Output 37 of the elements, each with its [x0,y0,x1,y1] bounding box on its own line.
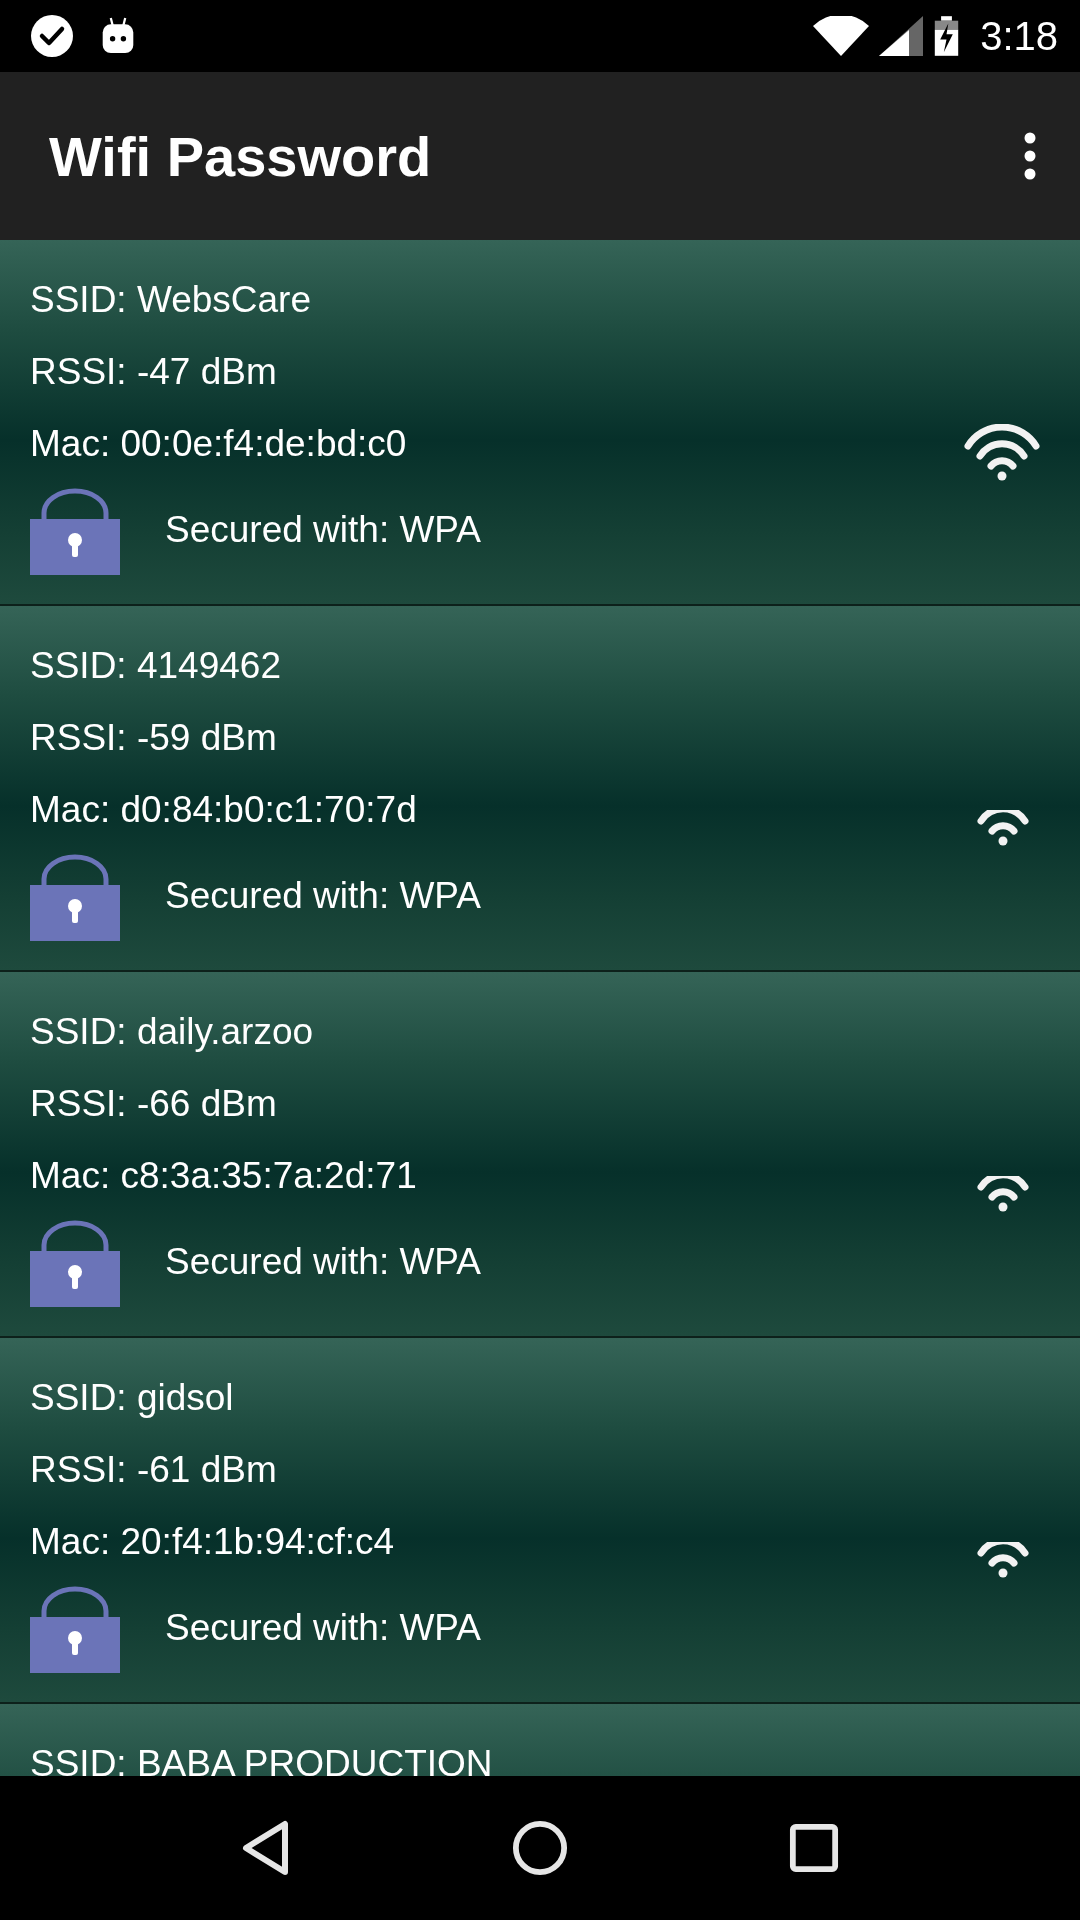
security-label: Secured with: WPA [165,509,481,551]
robot-icon [100,16,136,56]
ssid-label: SSID: 4149462 [30,644,282,688]
ssid-label: SSID: daily.arzoo [30,1010,315,1054]
mac-label: Mac: 00:0e:f4:de:bd:c0 [30,422,408,466]
mac-label: Mac: d0:84:b0:c1:70:7d [30,788,418,832]
network-item[interactable]: SSID: WebsCare RSSI: -47 dBm Mac: 00:0e:f4:de:bd:c0 Secured with: WPA [0,240,1080,606]
ssid-label: SSID: gidsol [30,1376,235,1420]
cell-signal-icon [879,16,924,56]
security-label: Secured with: WPA [165,1241,481,1283]
rssi-label: RSSI: -59 dBm [30,716,278,760]
mac-label: Mac: c8:3a:35:7a:2d:71 [30,1154,418,1198]
ssid-label: SSID: BABA PRODUCTION [30,1742,493,1776]
rssi-label: RSSI: -61 dBm [30,1448,278,1492]
network-item[interactable]: SSID: BABA PRODUCTION [0,1704,1080,1776]
battery-charging-icon [933,15,961,57]
network-item[interactable]: SSID: gidsol RSSI: -61 dBm Mac: 20:f4:1b:94:cf:c4 Secured with: WPA [0,1338,1080,1704]
network-item[interactable]: SSID: daily.arzoo RSSI: -66 dBm Mac: c8:3a:35:7a:2d:71 Secured with: WPA [0,972,1080,1338]
status-time: 3:18 [980,13,1058,59]
check-badge-icon [28,12,76,60]
more-options-icon[interactable] [1024,132,1036,180]
wifi-icon [813,16,870,56]
back-icon[interactable] [240,1819,291,1877]
security-label: Secured with: WPA [165,1607,481,1649]
network-item[interactable]: SSID: 4149462 RSSI: -59 dBm Mac: d0:84:b0:c1:70:7d Secured with: WPA [0,606,1080,972]
wifi-signal-icon [976,1542,1030,1578]
rssi-label: RSSI: -66 dBm [30,1082,278,1126]
rssi-label: RSSI: -47 dBm [30,350,278,394]
mac-label: Mac: 20:f4:1b:94:cf:c4 [30,1520,396,1564]
wifi-signal-icon [976,1176,1030,1212]
ssid-label: SSID: WebsCare [30,278,313,322]
recents-icon[interactable] [789,1823,840,1873]
wifi-signal-icon [976,810,1030,846]
security-label: Secured with: WPA [165,875,481,917]
wifi-signal-icon [964,424,1040,482]
home-icon[interactable] [512,1820,568,1876]
app-title: Wifi Password [49,123,432,189]
